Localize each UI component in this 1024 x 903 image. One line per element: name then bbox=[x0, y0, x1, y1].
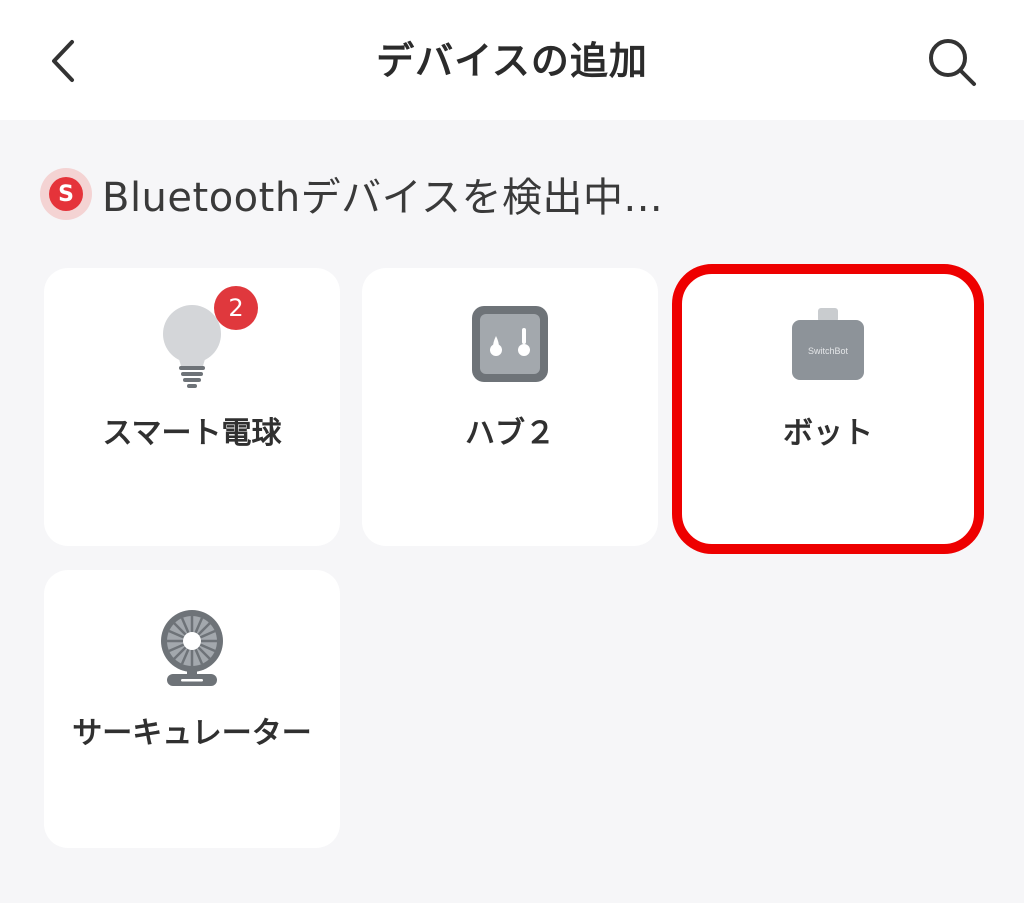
hub-icon bbox=[472, 306, 548, 382]
circulator-fan-icon bbox=[161, 610, 223, 686]
switchbot-bot-icon: SwitchBot bbox=[792, 308, 864, 380]
scan-status-row: S Bluetoothデバイスを検出中... bbox=[40, 164, 663, 224]
device-label: スマート電球 bbox=[102, 416, 282, 451]
search-icon bbox=[929, 39, 976, 86]
count-badge: 2 bbox=[214, 286, 258, 330]
device-label: ボット bbox=[783, 416, 873, 451]
device-card-circulator[interactable]: サーキュレーター bbox=[44, 570, 340, 848]
search-button[interactable] bbox=[922, 34, 982, 90]
page-title: デバイスの追加 bbox=[376, 39, 648, 83]
device-card-hub-2[interactable]: ハブ２ bbox=[362, 268, 658, 546]
scan-status-text: Bluetoothデバイスを検出中... bbox=[102, 175, 664, 221]
device-label: ハブ２ bbox=[465, 416, 555, 451]
top-bar: デバイスの追加 bbox=[0, 0, 1024, 120]
device-label: サーキュレーター bbox=[72, 716, 312, 751]
device-card-smart-bulb[interactable]: スマート電球 bbox=[44, 268, 340, 546]
bot-brand-text: SwitchBot bbox=[808, 346, 849, 356]
switchbot-logo-icon: S bbox=[40, 168, 92, 220]
device-card-bot[interactable]: SwitchBot ボット bbox=[680, 272, 976, 550]
logo-letter: S bbox=[49, 177, 83, 211]
